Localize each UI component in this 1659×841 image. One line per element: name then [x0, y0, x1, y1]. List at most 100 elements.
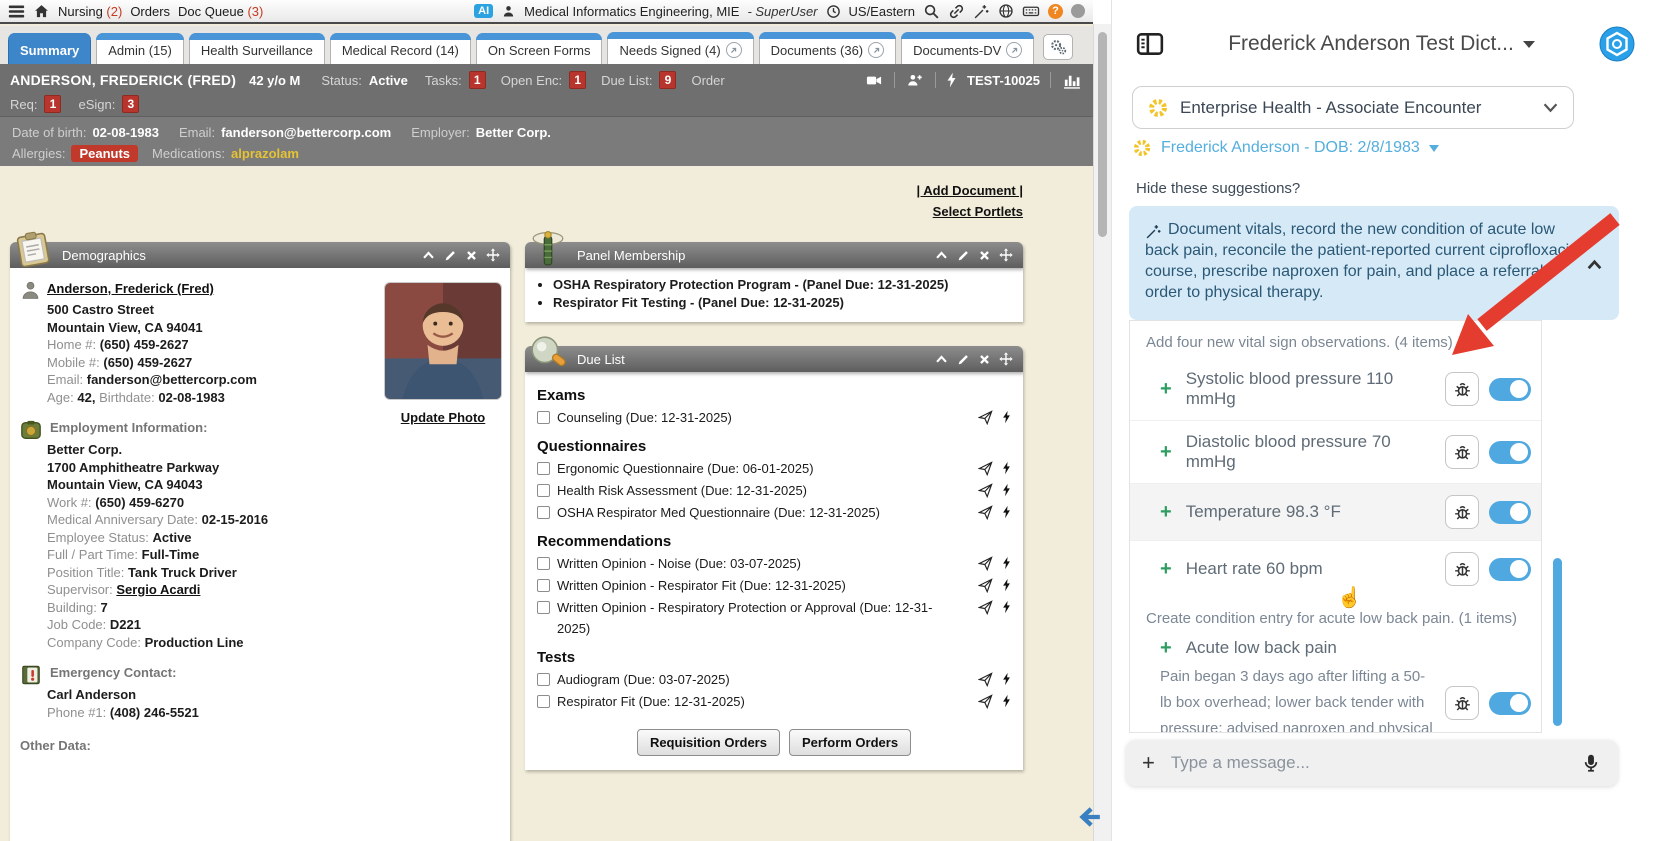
- suggestion-row-systolic[interactable]: + Systolic blood pressure 110 mmHg: [1130, 358, 1541, 420]
- add-plus-icon[interactable]: +: [1160, 380, 1172, 398]
- due-item-checkbox[interactable]: [537, 673, 550, 686]
- encounter-selector[interactable]: Enterprise Health - Associate Encounter: [1132, 86, 1574, 129]
- due-item-checkbox[interactable]: [537, 579, 550, 592]
- move-icon[interactable]: [999, 248, 1013, 262]
- send-plane-icon[interactable]: [978, 556, 993, 571]
- add-plus-icon[interactable]: +: [1160, 503, 1172, 521]
- accept-toggle[interactable]: [1489, 441, 1531, 464]
- send-plane-icon[interactable]: [978, 483, 993, 498]
- collapse-sidebar-arrow-icon[interactable]: [1076, 804, 1102, 830]
- debug-button[interactable]: [1445, 435, 1479, 469]
- quick-action-bolt-icon[interactable]: [1002, 556, 1011, 570]
- panel-toggle-icon[interactable]: [1136, 31, 1164, 57]
- link-icon[interactable]: [948, 3, 965, 20]
- hamburger-menu-icon[interactable]: [8, 3, 25, 20]
- debug-button[interactable]: [1445, 552, 1479, 586]
- nav-orders[interactable]: Orders: [130, 4, 170, 19]
- globe-icon[interactable]: [998, 3, 1014, 19]
- tab-admin[interactable]: Admin (15): [96, 33, 184, 64]
- ai-badge[interactable]: AI: [474, 4, 493, 18]
- session-title-dropdown[interactable]: Frederick Anderson Test Dict...: [1164, 32, 1599, 56]
- debug-button[interactable]: [1445, 495, 1479, 529]
- debug-button[interactable]: [1445, 686, 1479, 720]
- external-link-icon[interactable]: [1006, 42, 1022, 58]
- main-scrollbar[interactable]: [1093, 24, 1111, 841]
- close-icon[interactable]: [466, 250, 477, 261]
- quick-action-bolt-icon[interactable]: [1002, 600, 1011, 614]
- collapse-icon[interactable]: [935, 250, 948, 260]
- patient-context-link[interactable]: Frederick Anderson - DOB: 2/8/1983: [1132, 138, 1439, 158]
- add-plus-icon[interactable]: +: [1160, 639, 1172, 657]
- send-plane-icon[interactable]: [978, 600, 993, 615]
- send-plane-icon[interactable]: [978, 505, 993, 520]
- add-plus-icon[interactable]: +: [1160, 560, 1172, 578]
- video-visit-icon[interactable]: [864, 72, 884, 89]
- esign-count-badge[interactable]: 3: [122, 95, 139, 113]
- add-person-icon[interactable]: [905, 72, 925, 89]
- req-count-badge[interactable]: 1: [44, 95, 61, 113]
- due-item-checkbox[interactable]: [537, 462, 550, 475]
- quick-action-bolt-icon[interactable]: [1002, 505, 1011, 519]
- nav-doc-queue[interactable]: Doc Queue (3): [178, 4, 263, 19]
- send-plane-icon[interactable]: [978, 578, 993, 593]
- allergy-badge[interactable]: Peanuts: [71, 145, 138, 162]
- quick-action-bolt-icon[interactable]: [1002, 410, 1011, 424]
- medication-link[interactable]: alprazolam: [231, 146, 299, 161]
- timezone[interactable]: US/Eastern: [849, 4, 915, 19]
- status-dot-icon[interactable]: [1071, 4, 1085, 18]
- collapse-icon[interactable]: [935, 354, 948, 364]
- requisition-orders-button[interactable]: Requisition Orders: [637, 729, 780, 756]
- chart-stats-icon[interactable]: [1061, 71, 1083, 90]
- send-plane-icon[interactable]: [978, 410, 993, 425]
- keyboard-icon[interactable]: [1022, 2, 1040, 20]
- edit-pencil-icon[interactable]: [957, 353, 970, 366]
- app-logo-icon[interactable]: [1599, 26, 1635, 62]
- due-item-checkbox[interactable]: [537, 411, 550, 424]
- quick-action-bolt-icon[interactable]: [1002, 694, 1011, 708]
- due-item-checkbox[interactable]: [537, 506, 550, 519]
- select-portlets-link[interactable]: Select Portlets: [917, 201, 1023, 222]
- help-icon[interactable]: ?: [1048, 4, 1063, 19]
- tab-documents-dv[interactable]: Documents-DV: [901, 32, 1034, 64]
- quick-action-bolt-icon[interactable]: [1002, 461, 1011, 475]
- suggestion-row-diastolic[interactable]: + Diastolic blood pressure 70 mmHg: [1130, 420, 1541, 483]
- patient-name-link[interactable]: Anderson, Frederick (Fred): [47, 280, 214, 298]
- tab-summary[interactable]: Summary: [8, 33, 91, 64]
- suggestion-row-condition[interactable]: + Acute low back pain Pain began 3 days …: [1130, 634, 1541, 733]
- accept-toggle[interactable]: [1489, 692, 1531, 715]
- nav-nursing[interactable]: Nursing (2): [58, 4, 122, 19]
- perform-orders-button[interactable]: Perform Orders: [789, 729, 911, 756]
- send-plane-icon[interactable]: [978, 461, 993, 476]
- supervisor-link[interactable]: Sergio Acardi: [116, 582, 200, 597]
- order-link[interactable]: Order: [691, 73, 724, 88]
- main-scrollbar-thumb[interactable]: [1098, 32, 1107, 237]
- panel-membership-header[interactable]: Panel Membership: [525, 242, 1023, 268]
- home-icon[interactable]: [33, 3, 50, 20]
- external-link-icon[interactable]: [726, 42, 742, 58]
- due-item-checkbox[interactable]: [537, 484, 550, 497]
- move-icon[interactable]: [999, 352, 1013, 366]
- tasks-count-badge[interactable]: 1: [469, 71, 486, 89]
- attach-plus-icon[interactable]: +: [1142, 750, 1155, 776]
- accept-toggle[interactable]: [1489, 501, 1531, 524]
- update-photo-link[interactable]: Update Photo: [384, 409, 502, 427]
- tab-health-surveillance[interactable]: Health Surveillance: [189, 33, 325, 64]
- due-list-header[interactable]: Due List: [525, 346, 1023, 372]
- quick-action-bolt-icon[interactable]: [1002, 578, 1011, 592]
- external-link-icon[interactable]: [868, 42, 884, 58]
- tab-documents[interactable]: Documents (36): [759, 32, 896, 64]
- edit-pencil-icon[interactable]: [444, 249, 457, 262]
- suggestion-row-heart-rate[interactable]: + Heart rate 60 bpm: [1130, 540, 1541, 597]
- debug-button[interactable]: [1445, 372, 1479, 406]
- send-plane-icon[interactable]: [978, 672, 993, 687]
- demographics-header[interactable]: Demographics: [10, 242, 510, 268]
- open-enc-count-badge[interactable]: 1: [569, 71, 586, 89]
- collapse-icon[interactable]: [422, 250, 435, 260]
- tab-medical-record[interactable]: Medical Record (14): [330, 33, 471, 64]
- edit-pencil-icon[interactable]: [957, 249, 970, 262]
- sidebar-scrollbar-thumb[interactable]: [1553, 558, 1562, 726]
- suggestion-row-temperature[interactable]: + Temperature 98.3 °F: [1130, 483, 1541, 540]
- tab-settings-button[interactable]: [1043, 34, 1073, 60]
- add-document-link[interactable]: | Add Document |: [917, 180, 1023, 201]
- add-plus-icon[interactable]: +: [1160, 443, 1172, 461]
